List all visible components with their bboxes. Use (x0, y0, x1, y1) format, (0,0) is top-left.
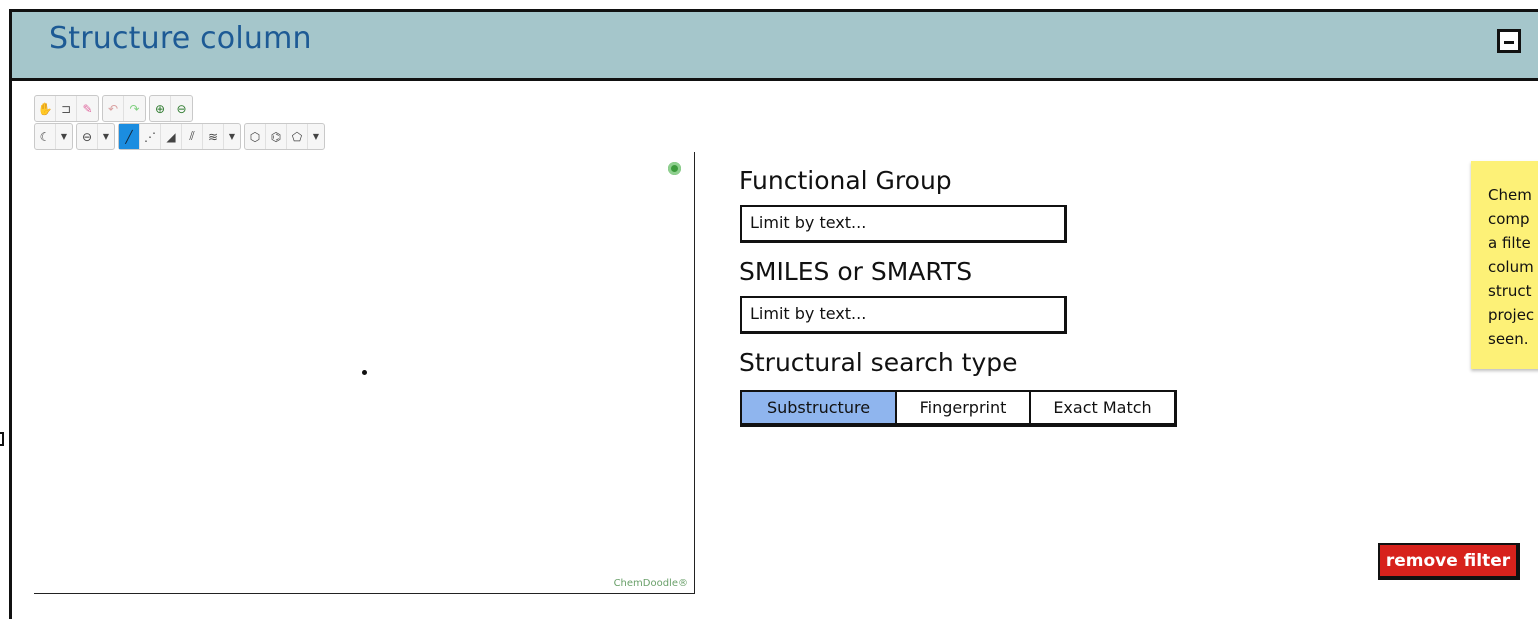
atom-minus-icon[interactable]: ⊖ (77, 124, 98, 149)
double-bond-icon[interactable]: ⫽ (182, 124, 203, 149)
single-bond-icon[interactable]: ╱ (119, 124, 140, 149)
chevron-down-icon[interactable]: ▼ (56, 124, 72, 149)
toolbar-group-charge: ☾ ▼ (34, 123, 73, 150)
functional-group-label: Functional Group (739, 166, 952, 195)
redo-icon[interactable]: ↷ (124, 96, 145, 121)
triple-bond-icon[interactable]: ≋ (203, 124, 224, 149)
panel-header: Structure column (12, 12, 1538, 81)
pentagon-ring-icon[interactable]: ⬠ (287, 124, 308, 149)
settings-icon[interactable] (668, 162, 681, 175)
editor-credit: ChemDoodle® (613, 578, 688, 589)
structure-canvas[interactable]: ChemDoodle® (34, 152, 695, 594)
search-type-selector: Substructure Fingerprint Exact Match (740, 390, 1177, 427)
editor-toolbar-top: ✋ ⊐ ✎ ↶ ↷ ⊕ ⊖ (34, 95, 196, 122)
zoom-out-icon[interactable]: ⊖ (171, 96, 192, 121)
hexagon-ring-icon[interactable]: ⬡ (245, 124, 266, 149)
toolbar-group-zoom: ⊕ ⊖ (149, 95, 193, 122)
chevron-down-icon[interactable]: ▼ (224, 124, 240, 149)
note-line: comp (1488, 210, 1530, 228)
chevron-down-icon[interactable]: ▼ (308, 124, 324, 149)
toolbar-group-history: ↶ ↷ (102, 95, 146, 122)
panel-title: Structure column (49, 21, 312, 56)
search-type-label: Structural search type (739, 348, 1018, 377)
toolbar-group-atom: ⊖ ▼ (76, 123, 115, 150)
benzene-ring-icon[interactable]: ⌬ (266, 124, 287, 149)
toolbar-group-bonds: ╱ ⋰ ◢ ⫽ ≋ ▼ (118, 123, 241, 150)
sticky-note: Chem comp a filte colum struct projec se… (1471, 161, 1538, 369)
charge-icon[interactable]: ☾ (35, 124, 56, 149)
note-text: Chem comp a filte colum struct projec se… (1488, 183, 1538, 351)
lasso-select-icon[interactable]: ⊐ (56, 96, 77, 121)
canvas-atom-dot (362, 370, 367, 375)
zoom-in-icon[interactable]: ⊕ (150, 96, 171, 121)
smiles-label: SMILES or SMARTS (739, 257, 973, 286)
note-line: a filte (1488, 234, 1531, 252)
note-line: colum (1488, 258, 1534, 276)
chevron-down-icon[interactable]: ▼ (98, 124, 114, 149)
eraser-icon[interactable]: ✎ (77, 96, 98, 121)
pan-hand-icon[interactable]: ✋ (35, 96, 56, 121)
wedge-bond-icon[interactable]: ◢ (161, 124, 182, 149)
collapse-icon[interactable] (1497, 29, 1521, 53)
dashed-bond-icon[interactable]: ⋰ (140, 124, 161, 149)
smiles-input[interactable] (740, 296, 1067, 334)
option-fingerprint[interactable]: Fingerprint (897, 392, 1031, 423)
edge-mark (0, 432, 4, 446)
note-line: Chem (1488, 186, 1532, 204)
toolbar-group-tools: ✋ ⊐ ✎ (34, 95, 99, 122)
editor-toolbar-bottom: ☾ ▼ ⊖ ▼ ╱ ⋰ ◢ ⫽ ≋ ▼ ⬡ ⌬ ⬠ ▼ (34, 123, 328, 150)
undo-icon[interactable]: ↶ (103, 96, 124, 121)
option-exact-match[interactable]: Exact Match (1031, 392, 1174, 423)
note-line: struct (1488, 282, 1532, 300)
note-line: projec (1488, 306, 1535, 324)
toolbar-group-rings: ⬡ ⌬ ⬠ ▼ (244, 123, 325, 150)
functional-group-input[interactable] (740, 205, 1067, 243)
note-line: seen. (1488, 330, 1529, 348)
option-substructure[interactable]: Substructure (742, 392, 897, 423)
remove-filter-button[interactable]: remove filter (1378, 543, 1520, 580)
